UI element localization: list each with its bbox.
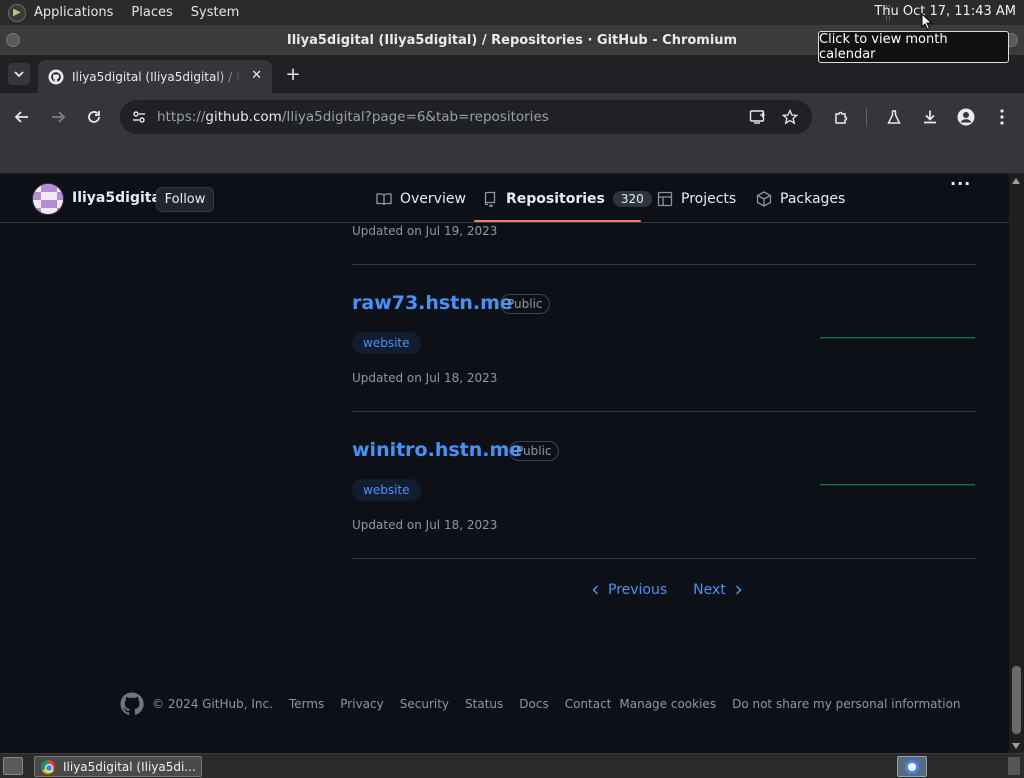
- address-bar[interactable]: https://github.com/Iliya5digital?page=6&…: [120, 100, 812, 134]
- url-host: github.com: [205, 109, 282, 125]
- new-tab-plus-icon[interactable]: +: [283, 64, 303, 85]
- labs-flask-icon[interactable]: [882, 105, 906, 129]
- repo-updated-previous: Updated on Jul 19, 2023: [352, 224, 498, 238]
- next-page-button[interactable]: Next: [693, 582, 744, 598]
- clock-tooltip: Click to view month calendar: [818, 31, 1009, 63]
- tab-repositories[interactable]: Repositories 320: [482, 188, 652, 210]
- tab-projects-label: Projects: [681, 191, 737, 207]
- tab-title: Iliya5digital (Iliya5digital) / Reposito…: [72, 69, 242, 84]
- profile-username[interactable]: Iliya5digital: [72, 190, 166, 206]
- repo-updated: Updated on Jul 18, 2023: [352, 371, 498, 385]
- bookmarks-bar: [0, 141, 1024, 174]
- visibility-badge: Public: [509, 441, 559, 461]
- browser-menu-kebab-icon[interactable]: [990, 105, 1014, 129]
- more-kebab-icon[interactable]: ···: [950, 174, 971, 193]
- repo-name-link[interactable]: raw73.hstn.me: [352, 292, 513, 314]
- next-label: Next: [693, 582, 726, 598]
- taskbar-window-label: Iliya5digital (Iliya5di...: [63, 759, 196, 774]
- activity-sparkline: [820, 337, 975, 339]
- topic-tag[interactable]: website: [352, 479, 421, 501]
- menu-system[interactable]: System: [191, 5, 239, 20]
- workspace-switcher[interactable]: [1008, 757, 1020, 775]
- scroll-up-arrow-icon[interactable]: [1012, 178, 1020, 184]
- menu-applications[interactable]: Applications: [34, 5, 113, 20]
- scrollbar-thumb[interactable]: [1012, 666, 1021, 734]
- footer-link-terms[interactable]: Terms: [289, 697, 324, 711]
- repo-icon: [484, 191, 496, 207]
- extensions-puzzle-icon[interactable]: [829, 105, 853, 129]
- page-footer: © 2024 GitHub, Inc. Terms Privacy Securi…: [120, 692, 961, 716]
- profile-header: Iliya5digital Follow Overview Repositori…: [0, 174, 1009, 223]
- url-scheme: https://: [157, 109, 206, 125]
- mouse-cursor-icon: [921, 13, 933, 31]
- menu-places[interactable]: Places: [131, 5, 172, 20]
- reload-icon[interactable]: [82, 105, 106, 129]
- tab-projects[interactable]: Projects: [657, 188, 736, 210]
- footer-copyright: © 2024 GitHub, Inc.: [152, 697, 273, 711]
- repo-divider: [352, 411, 976, 412]
- tab-close-icon[interactable]: ✕: [251, 68, 262, 83]
- applications-logo-icon[interactable]: ▶: [8, 3, 26, 22]
- toolbar-divider: [866, 108, 867, 126]
- repo-updated: Updated on Jul 18, 2023: [352, 518, 498, 532]
- footer-link-privacy[interactable]: Privacy: [340, 697, 383, 711]
- footer-link-security[interactable]: Security: [400, 697, 449, 711]
- footer-link-manage-cookies[interactable]: Manage cookies: [619, 697, 716, 711]
- package-icon: [756, 191, 772, 207]
- tab-search-chevron-icon[interactable]: [8, 63, 30, 85]
- pagination: Previous Next: [590, 582, 744, 598]
- browser-toolbar: https://github.com/Iliya5digital?page=6&…: [0, 93, 1024, 141]
- tab-overview[interactable]: Overview: [376, 188, 466, 210]
- url-path: /Iliya5digital?page=6&tab=repositories: [281, 109, 549, 125]
- download-icon[interactable]: [918, 105, 942, 129]
- active-tab-underline: [474, 220, 641, 222]
- footer-link-docs[interactable]: Docs: [519, 697, 548, 711]
- taskbar-window-button[interactable]: Iliya5digital (Iliya5di...: [34, 756, 202, 777]
- tab-packages-label: Packages: [780, 191, 846, 207]
- tab-overview-label: Overview: [400, 191, 466, 207]
- browser-tab[interactable]: Iliya5digital (Iliya5digital) / Reposito…: [38, 60, 272, 93]
- book-icon: [376, 193, 392, 206]
- repo-divider: [352, 558, 976, 559]
- tab-packages[interactable]: Packages: [756, 188, 845, 210]
- visibility-badge: Public: [500, 294, 550, 314]
- repo-divider: [352, 264, 976, 265]
- activity-sparkline: [820, 484, 975, 486]
- profile-avatar-icon[interactable]: [954, 105, 978, 129]
- desktop: ▶ Applications Places System Thu Oct 17,…: [0, 0, 1024, 778]
- panel-menu-bar: ▶ Applications Places System: [0, 0, 257, 25]
- follow-button[interactable]: Follow: [156, 187, 214, 212]
- panel-clock[interactable]: Thu Oct 17, 11:43 AM: [874, 4, 1016, 19]
- github-logo-icon[interactable]: [120, 692, 144, 716]
- site-info-tune-icon[interactable]: [130, 108, 148, 126]
- previous-label: Previous: [608, 582, 668, 598]
- scroll-down-arrow-icon[interactable]: [1012, 743, 1020, 749]
- top-panel: ▶ Applications Places System Thu Oct 17,…: [0, 0, 1024, 25]
- page-scrollbar[interactable]: [1009, 174, 1024, 753]
- chevron-left-icon: [592, 585, 599, 595]
- avatar[interactable]: [32, 183, 64, 215]
- show-desktop-icon[interactable]: [3, 757, 23, 775]
- install-app-icon[interactable]: [749, 108, 767, 126]
- footer-link-do-not-share[interactable]: Do not share my personal information: [732, 697, 960, 711]
- github-favicon-icon: [48, 69, 64, 84]
- topic-tag[interactable]: website: [352, 332, 421, 354]
- back-arrow-icon[interactable]: [10, 105, 34, 129]
- chevron-right-icon: [735, 585, 742, 595]
- tab-repositories-label: Repositories: [506, 191, 605, 207]
- github-page: Iliya5digital Follow Overview Repositori…: [0, 174, 1009, 753]
- previous-page-button[interactable]: Previous: [590, 582, 667, 598]
- forward-arrow-icon[interactable]: [46, 105, 70, 129]
- footer-link-contact[interactable]: Contact: [565, 697, 612, 711]
- tray-chromium-icon[interactable]: [897, 756, 927, 777]
- footer-link-status[interactable]: Status: [465, 697, 503, 711]
- bookmark-star-icon[interactable]: [781, 108, 799, 126]
- repo-name-link[interactable]: winitro.hstn.me: [352, 439, 522, 461]
- table-icon: [657, 191, 673, 207]
- bottom-taskbar: Iliya5digital (Iliya5di...: [0, 753, 1024, 778]
- repositories-count-badge: 320: [612, 191, 652, 207]
- chromium-icon: [41, 759, 55, 774]
- url-text[interactable]: https://github.com/Iliya5digital?page=6&…: [157, 109, 549, 125]
